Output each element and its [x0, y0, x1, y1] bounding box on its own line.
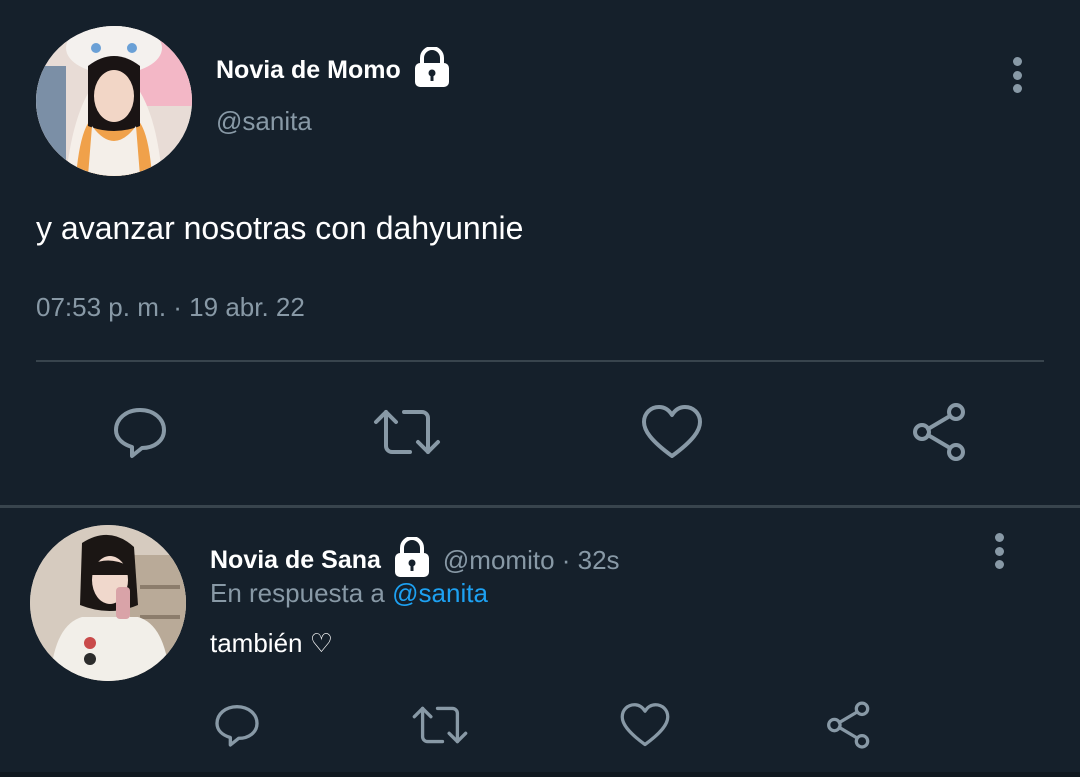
divider [36, 360, 1044, 362]
author-name-row: Novia de Momo [216, 40, 453, 100]
reply-action-bar [0, 696, 1080, 756]
lock-icon [411, 45, 453, 94]
tweet-timestamp: 07:53 p. m. · 19 abr. 22 [36, 292, 305, 322]
avatar-image [36, 26, 192, 176]
avatar[interactable] [36, 26, 192, 176]
retweet-icon[interactable] [410, 698, 470, 752]
reply-mention-link[interactable]: @sanita [392, 578, 488, 608]
avatar-image [30, 525, 186, 681]
lock-icon [391, 535, 433, 584]
like-icon[interactable] [618, 698, 672, 752]
author-handle[interactable]: @sanita [216, 106, 312, 137]
retweet-icon[interactable] [372, 402, 442, 462]
display-name[interactable]: Novia de Momo [216, 56, 401, 85]
tweet-action-bar [0, 398, 1080, 468]
reply-context: En respuesta a @sanita [210, 578, 488, 609]
display-name[interactable]: Novia de Sana [210, 546, 381, 575]
section-separator [0, 505, 1080, 508]
share-icon[interactable] [908, 402, 972, 462]
reply-text: también ♡ [210, 628, 334, 658]
reply-handle-time[interactable]: @momito · 32s [443, 545, 620, 576]
more-options-icon[interactable] [1011, 57, 1023, 93]
reply-avatar[interactable] [30, 525, 186, 681]
bottom-divider [0, 772, 1080, 777]
reply-icon[interactable] [210, 698, 264, 752]
reply-icon[interactable] [108, 402, 172, 462]
tweet-detail-page: Novia de Momo @sanita y avanzar nosotras… [0, 0, 1080, 777]
reply-prefix: En respuesta a [210, 578, 385, 608]
more-options-icon[interactable] [993, 533, 1005, 569]
share-icon[interactable] [822, 698, 876, 752]
like-icon[interactable] [640, 402, 704, 462]
main-tweet: Novia de Momo @sanita y avanzar nosotras… [0, 0, 1080, 505]
tweet-text: y avanzar nosotras con dahyunnie [36, 210, 524, 246]
